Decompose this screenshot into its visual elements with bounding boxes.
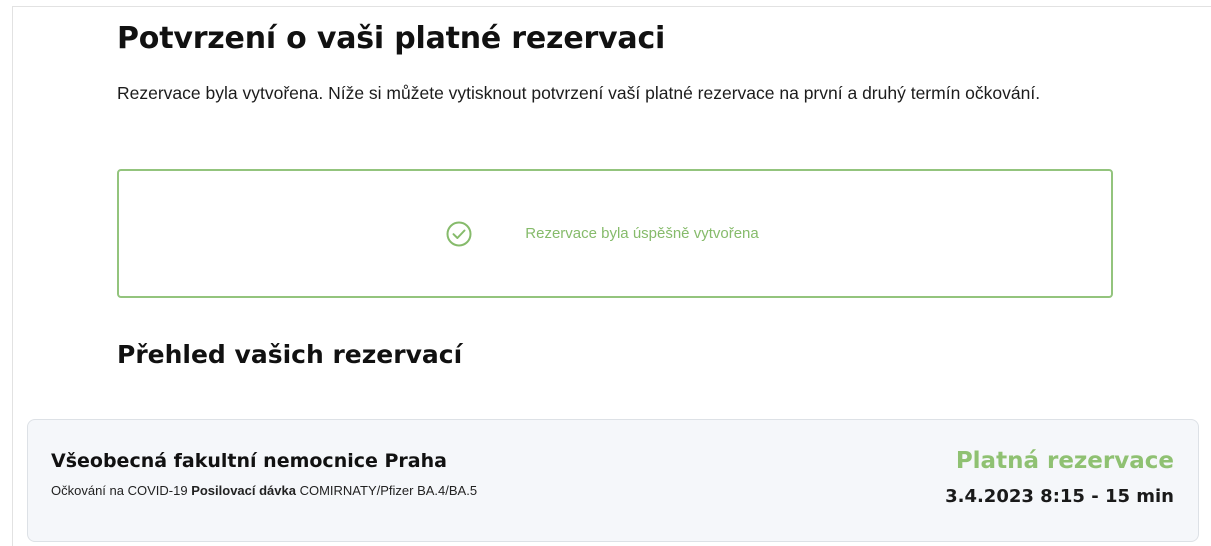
success-message: Rezervace byla úspěšně vytvořena bbox=[525, 225, 759, 242]
page-title: Potvrzení o vaši platné rezervaci bbox=[117, 21, 666, 56]
reservations-overview-title: Přehled vašich rezervací bbox=[117, 340, 463, 369]
reservation-datetime: 3.4.2023 8:15 - 15 min bbox=[945, 486, 1174, 507]
vaccination-type: Očkování na COVID-19 bbox=[51, 483, 188, 498]
reservation-card[interactable]: Všeobecná fakultní nemocnice Praha Očkov… bbox=[27, 419, 1199, 542]
reservation-status: Platná rezervace bbox=[955, 448, 1174, 474]
facility-name: Všeobecná fakultní nemocnice Praha bbox=[51, 450, 447, 472]
intro-text: Rezervace byla vytvořena. Níže si můžete… bbox=[117, 83, 1041, 103]
check-circle-icon bbox=[445, 220, 473, 248]
dose-type: Posilovací dávka bbox=[191, 483, 296, 498]
success-alert-content: Rezervace byla úspěšně vytvořena bbox=[445, 220, 759, 248]
vaccination-details: Očkování na COVID-19 Posilovací dávka CO… bbox=[51, 483, 477, 498]
success-alert: Rezervace byla úspěšně vytvořena bbox=[117, 169, 1113, 298]
vaccine-name: COMIRNATY/Pfizer BA.4/BA.5 bbox=[299, 483, 478, 498]
